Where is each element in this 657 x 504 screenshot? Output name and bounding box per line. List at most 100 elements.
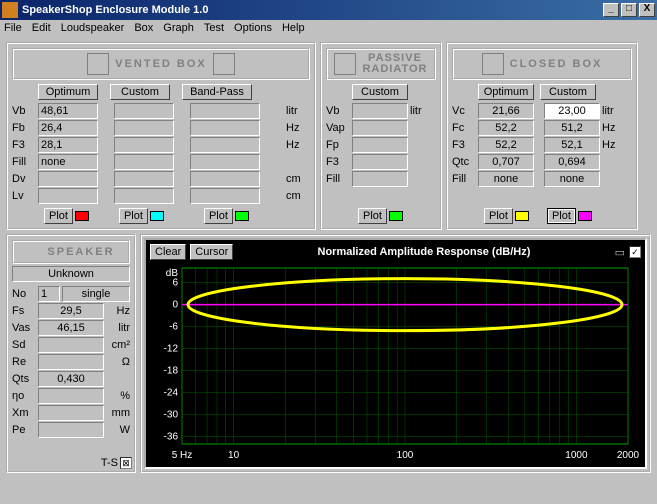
closed-optimum-header[interactable]: Optimum	[478, 84, 534, 100]
passive-panel: PASSIVERADIATOR Custom Vb litrVap Fp F3 …	[320, 42, 442, 230]
closed-header: CLOSED BOX	[452, 48, 632, 80]
vented-opt-value: 28,1	[38, 137, 98, 153]
swatch-green2	[389, 211, 403, 221]
vented-row-label: Fb	[12, 122, 36, 134]
vented-unit: Hz	[286, 139, 310, 151]
menu-edit[interactable]: Edit	[32, 22, 51, 34]
closed-cust-value[interactable]: 52,1	[544, 137, 600, 153]
menu-file[interactable]: File	[4, 22, 22, 34]
vented-plot-bp[interactable]: Plot	[204, 208, 233, 224]
speaker-value: 0,430	[38, 371, 104, 387]
menu-options[interactable]: Options	[234, 22, 272, 34]
passive-value[interactable]	[352, 137, 408, 153]
vented-cust-value[interactable]	[114, 188, 174, 204]
vented-opt-value: 26,4	[38, 120, 98, 136]
speaker-mode: single	[62, 286, 130, 302]
passive-value[interactable]	[352, 171, 408, 187]
speaker-row-label: Re	[12, 356, 36, 368]
svg-text:-12: -12	[164, 344, 179, 355]
speaker-row-label: ηo	[12, 390, 36, 402]
closed-row-label: F3	[452, 139, 476, 151]
menu-help[interactable]: Help	[282, 22, 305, 34]
vented-plot-opt[interactable]: Plot	[44, 208, 73, 224]
app-icon	[2, 2, 18, 18]
clear-button[interactable]: Clear	[150, 244, 186, 260]
closed-cust-value[interactable]: none	[544, 171, 600, 187]
closed-icon	[482, 53, 504, 75]
closed-cust-value[interactable]: 23,00	[544, 103, 600, 119]
maximize-button[interactable]: □	[621, 3, 637, 17]
vented-bandpass-header[interactable]: Band-Pass	[182, 84, 252, 100]
passive-plot[interactable]: Plot	[358, 208, 387, 224]
close-button[interactable]: X	[639, 3, 655, 17]
menu-loudspeaker[interactable]: Loudspeaker	[61, 22, 125, 34]
vented-cust-value[interactable]	[114, 137, 174, 153]
svg-text:5 Hz: 5 Hz	[172, 450, 193, 461]
passive-value[interactable]	[352, 120, 408, 136]
response-chart[interactable]: 60-6-12-18-24-30-36dB5 Hz1010010002000	[148, 262, 642, 462]
swatch-cyan	[150, 211, 164, 221]
menu-bar: File Edit Loudspeaker Box Graph Test Opt…	[0, 20, 657, 36]
vented-cust-value[interactable]	[114, 171, 174, 187]
vented-row-label: Fill	[12, 156, 36, 168]
vented-bp-value[interactable]	[190, 154, 260, 170]
vented-cust-value[interactable]	[114, 154, 174, 170]
title-bar: SpeakerShop Enclosure Module 1.0 _ □ X	[0, 0, 657, 20]
chart-title: Normalized Amplitude Response (dB/Hz)	[237, 246, 610, 258]
closed-cust-value[interactable]: 0,694	[544, 154, 600, 170]
vented-bp-value[interactable]	[190, 120, 260, 136]
speaker-header: SPEAKER	[12, 240, 130, 264]
vented-plot-cust[interactable]: Plot	[119, 208, 148, 224]
vented-unit: cm	[286, 190, 310, 202]
passive-value[interactable]	[352, 154, 408, 170]
vented-bp-value[interactable]	[190, 103, 260, 119]
passive-unit: litr	[410, 105, 434, 117]
svg-text:10: 10	[228, 450, 240, 461]
vented-bp-value[interactable]	[190, 188, 260, 204]
passive-custom-header[interactable]: Custom	[352, 84, 408, 100]
chart-panel: Clear Cursor Normalized Amplitude Respon…	[140, 234, 651, 473]
cursor-button[interactable]: Cursor	[190, 244, 233, 260]
speaker-row-label: Sd	[12, 339, 36, 351]
swatch-yellow	[515, 211, 529, 221]
closed-custom-header[interactable]: Custom	[540, 84, 596, 100]
speaker-unit: Hz	[106, 305, 130, 317]
speaker-icon	[27, 244, 43, 260]
vented-bp-value[interactable]	[190, 137, 260, 153]
closed-row-label: Fill	[452, 173, 476, 185]
vented-cust-value[interactable]	[114, 120, 174, 136]
vented-row-label: Lv	[12, 190, 36, 202]
vented-row-label: Dv	[12, 173, 36, 185]
vented-bp-value[interactable]	[190, 171, 260, 187]
vented-cust-value[interactable]	[114, 103, 174, 119]
speaker-unit: %	[106, 390, 130, 402]
chart-checkbox[interactable]: ✓	[629, 246, 641, 258]
closed-row-label: Vc	[452, 105, 476, 117]
speaker-value	[38, 337, 104, 353]
closed-opt-value: 52,2	[478, 137, 534, 153]
speaker-name: Unknown	[12, 266, 130, 282]
passive-row-label: Fill	[326, 173, 350, 185]
speaker-row-label: Vas	[12, 322, 36, 334]
speaker-unit: W	[106, 424, 130, 436]
vented-custom-header[interactable]: Custom	[110, 84, 170, 100]
closed-cust-value[interactable]: 51,2	[544, 120, 600, 136]
menu-box[interactable]: Box	[134, 22, 153, 34]
closed-unit: Hz	[602, 139, 626, 151]
window-title: SpeakerShop Enclosure Module 1.0	[22, 4, 601, 16]
swatch-magenta	[578, 211, 592, 221]
closed-plot-cust[interactable]: Plot	[547, 208, 576, 224]
ts-checkbox[interactable]: ⊠	[120, 457, 132, 469]
speaker-value	[38, 354, 104, 370]
speaker-title: SPEAKER	[47, 246, 114, 258]
no-label: No	[12, 288, 36, 300]
passive-value[interactable]	[352, 103, 408, 119]
closed-plot-opt[interactable]: Plot	[484, 208, 513, 224]
ts-label: T-S	[101, 457, 118, 469]
chart-tool-icon[interactable]: ▭	[615, 246, 625, 259]
vented-optimum-header[interactable]: Optimum	[38, 84, 98, 100]
menu-graph[interactable]: Graph	[163, 22, 194, 34]
minimize-button[interactable]: _	[603, 3, 619, 17]
menu-test[interactable]: Test	[204, 22, 224, 34]
closed-row-label: Qtc	[452, 156, 476, 168]
